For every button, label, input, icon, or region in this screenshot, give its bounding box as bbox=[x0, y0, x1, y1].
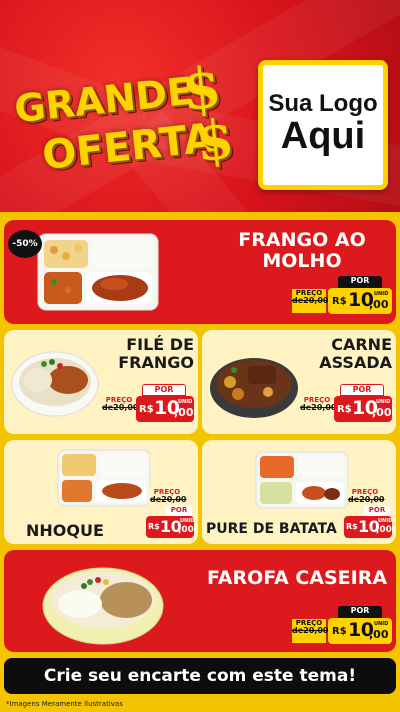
unit-label: UNID bbox=[180, 518, 195, 524]
de-label: de bbox=[292, 296, 304, 306]
price-tag: POR PREÇO de20,00 R$ 10 UNID ,00 bbox=[300, 384, 392, 424]
product-name-line2: FRANGO bbox=[118, 352, 194, 372]
price-tag: PREÇO de20,00 POR R$ 10 UNID ,00 bbox=[344, 484, 392, 540]
meal-tray-image bbox=[37, 233, 159, 311]
new-price-box: R$ 10 UNID ,00 bbox=[136, 396, 194, 422]
de-label: de bbox=[102, 403, 114, 413]
old-price-value: 20,00 bbox=[113, 403, 139, 413]
de-label: de bbox=[300, 403, 312, 413]
old-price-box: PREÇO de20,00 bbox=[292, 619, 329, 643]
logo-placeholder: Sua Logo Aqui bbox=[258, 60, 388, 190]
de-label: de bbox=[150, 495, 162, 505]
unit-label: UNID bbox=[374, 621, 389, 627]
product-name: PURE DE BATATA bbox=[206, 521, 337, 537]
old-price-value: 20,00 bbox=[303, 296, 329, 306]
old-price-box: PREÇO de20,00 bbox=[300, 396, 337, 420]
price-tag: POR PREÇO de20,00 R$ 10 UNID ,00 bbox=[292, 606, 392, 646]
old-price: de20,00 bbox=[300, 403, 337, 413]
currency: R$ bbox=[337, 404, 352, 415]
product-name: NHOQUE bbox=[26, 521, 104, 540]
logo-text-line2: Aqui bbox=[280, 115, 366, 158]
old-price-box: PREÇO de20,00 bbox=[150, 488, 187, 506]
logo-text-line1: Sua Logo bbox=[268, 90, 378, 118]
old-price-value: 20,00 bbox=[303, 626, 329, 636]
product-name-line1: CARNE bbox=[331, 335, 392, 354]
product-card-file-de-frango[interactable]: FILÉ DE FRANGO POR PREÇO de20,00 R$ 10 U… bbox=[4, 330, 198, 434]
currency: R$ bbox=[346, 522, 358, 531]
price-cents: ,00 bbox=[178, 525, 194, 535]
product-name-line1: FRANGO AO bbox=[238, 229, 366, 251]
old-price: de20,00 bbox=[292, 626, 329, 636]
old-price-value: 20,00 bbox=[161, 495, 187, 505]
product-card-farofa-caseira[interactable]: FAROFA CASEIRA POR PREÇO de20,00 R$ 10 U… bbox=[4, 550, 396, 652]
cta-banner[interactable]: Crie seu encarte com este tema! bbox=[4, 658, 396, 694]
header: GRANDE $ OFERTA $ Sua Logo Aqui bbox=[0, 0, 400, 212]
product-name-line1: FILÉ DE bbox=[126, 335, 194, 354]
product-name: FAROFA CASEIRA bbox=[206, 567, 388, 589]
por-label: POR bbox=[364, 506, 390, 516]
de-label: de bbox=[348, 495, 360, 505]
product-name-line2: MOLHO bbox=[262, 250, 342, 273]
currency: R$ bbox=[332, 626, 347, 637]
price-cents: ,00 bbox=[174, 406, 194, 419]
currency: R$ bbox=[139, 404, 154, 415]
old-price-box: PREÇO de20,00 bbox=[348, 488, 385, 506]
currency: R$ bbox=[148, 522, 160, 531]
meal-bowl-image bbox=[210, 358, 298, 418]
product-card-frango-ao-molho[interactable]: FRANGO AO MOLHO POR PREÇO de20,00 R$ 10 … bbox=[4, 220, 396, 324]
por-label: POR bbox=[166, 506, 192, 516]
unit-label: UNID bbox=[178, 399, 193, 405]
product-card-pure-de-batata[interactable]: PURE DE BATATA PREÇO de20,00 POR R$ 10 U… bbox=[202, 440, 396, 544]
disclaimer-text: *Imagens Meramente Ilustrativas bbox=[0, 694, 400, 712]
new-price-box: R$ 10 UNID ,00 bbox=[328, 288, 392, 314]
price-tag: PREÇO de20,00 POR R$ 10 UNID ,00 bbox=[146, 484, 194, 540]
new-price-box: R$ 10 UNID ,00 bbox=[344, 516, 392, 538]
price-cents: ,00 bbox=[372, 406, 392, 419]
old-price: de20,00 bbox=[348, 495, 385, 505]
meal-tray-image bbox=[255, 451, 349, 509]
product-name: FRANGO AO MOLHO bbox=[214, 229, 390, 273]
old-price-box: PREÇO de20,00 bbox=[102, 396, 139, 420]
unit-label: UNID bbox=[374, 291, 389, 297]
old-price: de20,00 bbox=[150, 495, 187, 505]
de-label: de bbox=[292, 626, 304, 636]
por-label: POR bbox=[142, 384, 186, 396]
old-price: de20,00 bbox=[292, 296, 329, 306]
product-name: FILÉ DE FRANGO bbox=[102, 336, 194, 372]
price-cents: ,00 bbox=[376, 525, 392, 535]
product-card-carne-assada[interactable]: CARNE ASSADA POR PREÇO de20,00 R$ 10 UNI… bbox=[202, 330, 396, 434]
product-name: CARNE ASSADA bbox=[302, 336, 392, 372]
unit-label: UNID bbox=[376, 399, 391, 405]
price-tag: POR PREÇO de20,00 R$ 10 UNID ,00 bbox=[292, 276, 392, 316]
price-cents: ,00 bbox=[369, 298, 389, 311]
por-label: POR bbox=[338, 276, 382, 288]
meal-bowl-image bbox=[42, 567, 164, 645]
old-price-value: 20,00 bbox=[359, 495, 385, 505]
meal-tray-image bbox=[57, 449, 151, 507]
dollar-sign-icon: $ bbox=[192, 106, 237, 174]
por-label: POR bbox=[340, 384, 384, 396]
price-tag: POR PREÇO de20,00 R$ 10 UNID ,00 bbox=[102, 384, 194, 424]
product-card-nhoque[interactable]: NHOQUE PREÇO de20,00 POR R$ 10 UNID ,00 bbox=[4, 440, 198, 544]
old-price-value: 20,00 bbox=[311, 403, 337, 413]
price-cents: ,00 bbox=[369, 628, 389, 641]
new-price-box: R$ 10 UNID ,00 bbox=[146, 516, 194, 538]
currency: R$ bbox=[332, 296, 347, 307]
unit-label: UNID bbox=[378, 518, 393, 524]
new-price-box: R$ 10 UNID ,00 bbox=[328, 618, 392, 644]
old-price: de20,00 bbox=[102, 403, 139, 413]
discount-badge: -50% bbox=[8, 230, 42, 258]
new-price-box: R$ 10 UNID ,00 bbox=[334, 396, 392, 422]
meal-bowl-image bbox=[11, 351, 99, 417]
old-price-box: PREÇO de20,00 bbox=[292, 289, 329, 313]
product-name-line2: ASSADA bbox=[319, 352, 392, 372]
por-label: POR bbox=[338, 606, 382, 618]
